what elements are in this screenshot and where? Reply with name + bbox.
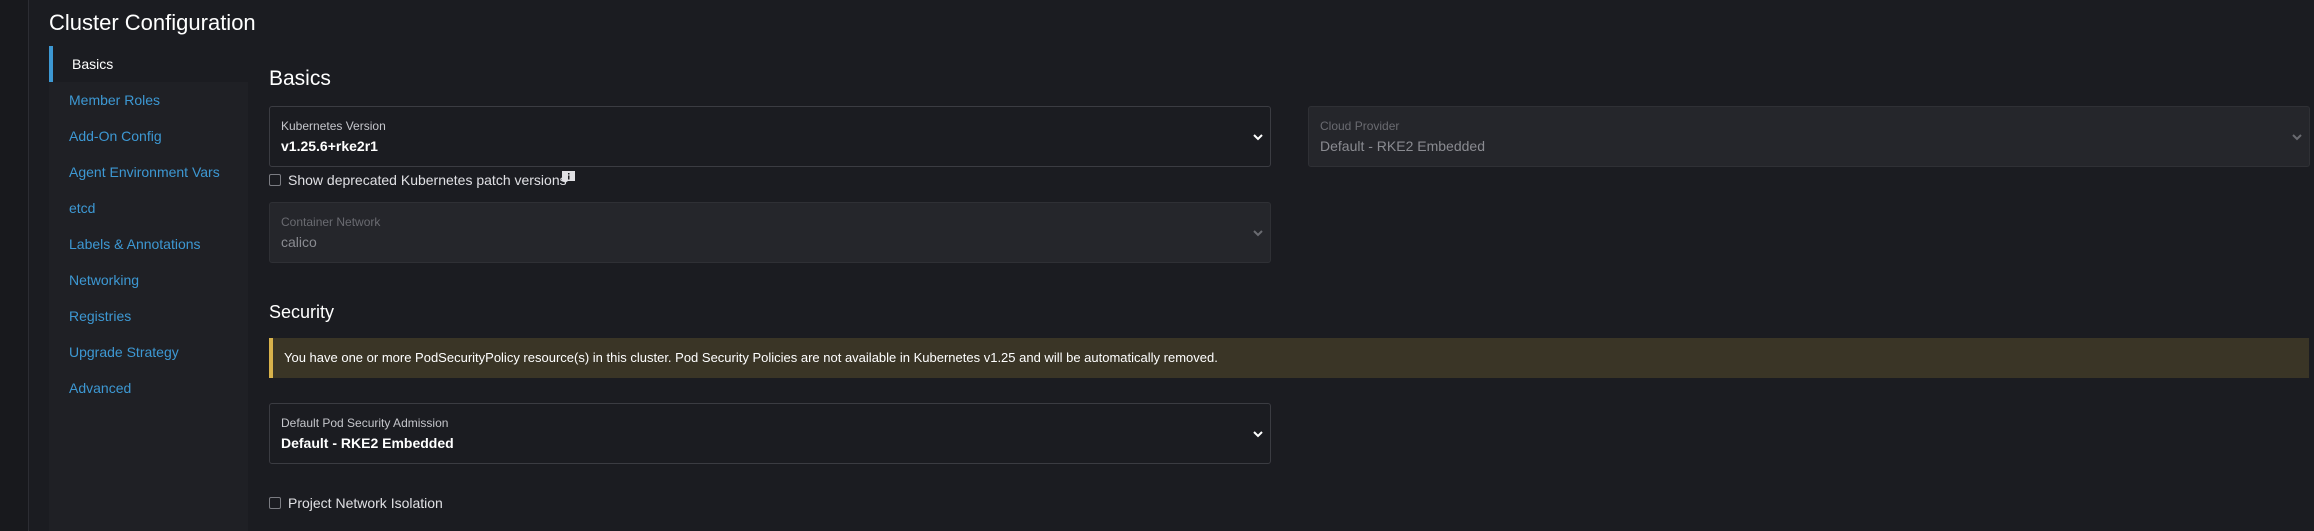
chevron-down-icon bbox=[2292, 134, 2302, 141]
sidebar-item-networking[interactable]: Networking bbox=[49, 262, 248, 298]
sidebar-item-add-on-config[interactable]: Add-On Config bbox=[49, 118, 248, 154]
pod-security-admission-label: Default Pod Security Admission bbox=[281, 416, 449, 430]
sidebar-item-labels-annotations[interactable]: Labels & Annotations bbox=[49, 226, 248, 262]
chevron-down-icon bbox=[1253, 230, 1263, 237]
info-icon[interactable] bbox=[562, 171, 575, 183]
container-network-value: calico bbox=[281, 234, 317, 250]
container-network-select: Container Network calico bbox=[269, 202, 1271, 263]
pod-security-admission-select[interactable]: Default Pod Security Admission Default -… bbox=[269, 403, 1271, 464]
psp-warning-text: You have one or more PodSecurityPolicy r… bbox=[284, 350, 1218, 365]
cloud-provider-value: Default - RKE2 Embedded bbox=[1320, 138, 1485, 154]
section-heading-basics: Basics bbox=[269, 67, 331, 90]
kubernetes-version-value: v1.25.6+rke2r1 bbox=[281, 138, 378, 154]
project-network-isolation-checkbox[interactable] bbox=[269, 497, 281, 509]
kubernetes-version-select[interactable]: Kubernetes Version v1.25.6+rke2r1 bbox=[269, 106, 1271, 167]
sidebar-item-member-roles[interactable]: Member Roles bbox=[49, 82, 248, 118]
section-heading-security: Security bbox=[269, 302, 335, 322]
chevron-down-icon bbox=[1253, 134, 1263, 141]
sidebar-item-agent-environment-vars[interactable]: Agent Environment Vars bbox=[49, 154, 248, 190]
sidebar-item-registries[interactable]: Registries bbox=[49, 298, 248, 334]
pod-security-admission-value: Default - RKE2 Embedded bbox=[281, 435, 454, 451]
psp-warning-banner: You have one or more PodSecurityPolicy r… bbox=[269, 338, 2309, 378]
project-network-isolation-label: Project Network Isolation bbox=[288, 495, 443, 511]
show-deprecated-label: Show deprecated Kubernetes patch version… bbox=[288, 172, 567, 188]
cloud-provider-select: Cloud Provider Default - RKE2 Embedded bbox=[1308, 106, 2310, 167]
container-network-label: Container Network bbox=[281, 215, 381, 229]
sidebar-item-etcd[interactable]: etcd bbox=[49, 190, 248, 226]
cloud-provider-label: Cloud Provider bbox=[1320, 119, 1400, 133]
kubernetes-version-label: Kubernetes Version bbox=[281, 119, 386, 133]
sidebar-item-upgrade-strategy[interactable]: Upgrade Strategy bbox=[49, 334, 248, 370]
side-nav: Basics Member Roles Add-On Config Agent … bbox=[49, 46, 248, 531]
sidebar-item-advanced[interactable]: Advanced bbox=[49, 370, 248, 406]
sidebar-item-basics[interactable]: Basics bbox=[49, 46, 248, 82]
page-title: Cluster Configuration bbox=[49, 10, 256, 35]
chevron-down-icon bbox=[1253, 431, 1263, 438]
show-deprecated-checkbox[interactable] bbox=[269, 174, 281, 186]
left-nav-strip bbox=[0, 0, 29, 531]
